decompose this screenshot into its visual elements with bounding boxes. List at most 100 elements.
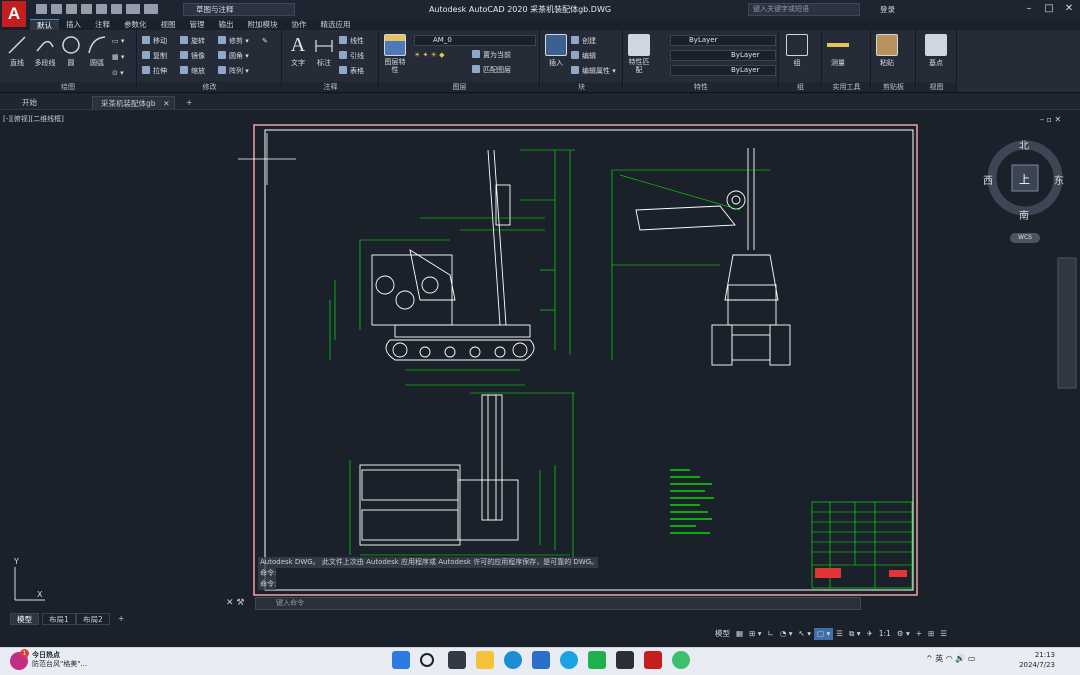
clock[interactable]: 21:13 2024/7/23 — [1015, 650, 1055, 670]
table-button[interactable]: 表格 — [339, 66, 364, 77]
layers-panel-title[interactable]: 图层 — [380, 82, 539, 92]
line-button[interactable]: 直线 — [4, 34, 30, 68]
stretch-button[interactable]: 拉伸 — [142, 66, 167, 77]
add-icon[interactable]: + — [913, 628, 925, 640]
units-icon[interactable]: ⊞ — [925, 628, 937, 640]
annotation-panel-title[interactable]: 注释 — [283, 82, 378, 92]
scale-button[interactable]: 缩放 — [180, 66, 205, 77]
open-icon[interactable] — [51, 4, 62, 14]
search-icon[interactable] — [420, 653, 434, 667]
base-button[interactable]: 基点 — [923, 34, 949, 68]
capcut-icon[interactable] — [616, 651, 634, 669]
tab-parametric[interactable]: 参数化 — [117, 19, 154, 30]
isodraft-icon[interactable]: ↖ ▾ — [796, 628, 814, 640]
layout1-tab[interactable]: 布局1 — [42, 613, 76, 625]
app-icon[interactable] — [672, 651, 690, 669]
compass-south[interactable]: 南 — [1019, 207, 1029, 222]
edge-icon[interactable] — [504, 651, 522, 669]
undo-icon[interactable] — [126, 4, 140, 14]
compass-north[interactable]: 北 — [1019, 137, 1029, 152]
dimension-button[interactable]: 标注 — [311, 34, 337, 68]
linetype-select[interactable]: ByLayer — [670, 50, 776, 61]
layout2-tab[interactable]: 布局2 — [76, 613, 110, 625]
groups-panel-title[interactable]: 组 — [780, 82, 821, 92]
layer-select[interactable]: AM_0 — [414, 35, 536, 46]
tab-close-icon[interactable]: ✕ — [163, 97, 169, 110]
redo-icon[interactable] — [144, 4, 158, 14]
lineweight-select[interactable]: ByLayer — [670, 65, 776, 76]
color-select[interactable]: ByLayer — [670, 35, 776, 46]
news-widget[interactable]: 今日热点 防范台风"格美"... — [32, 651, 87, 669]
search-input[interactable]: 键入关键字或短语 — [748, 3, 860, 16]
array-button[interactable]: 阵列 ▾ — [218, 66, 249, 77]
new-tab-button[interactable]: + — [178, 96, 200, 109]
create-block-button[interactable]: 创建 — [571, 36, 596, 47]
annotation-scale-value[interactable]: 1:1 — [876, 628, 894, 640]
add-layout-button[interactable]: + — [112, 613, 130, 625]
trim-button[interactable]: 修剪 ▾ — [218, 36, 249, 47]
command-close-icon[interactable]: ✕ ⚒ — [226, 598, 244, 608]
system-tray[interactable]: ^ 英 ◠ 🔊 ▭ — [926, 653, 975, 664]
store-icon[interactable] — [532, 651, 550, 669]
make-current-button[interactable]: 置为当前 — [472, 50, 511, 61]
layer-tools-icon[interactable]: ☀ ✦ ☀ ◆ — [414, 50, 444, 61]
fillet-button[interactable]: 圆角 ▾ — [218, 51, 249, 62]
viewcube-top-face[interactable]: 上 — [1019, 171, 1030, 187]
viewcube[interactable]: 北 南 东 西 上 — [983, 137, 1064, 225]
lineweight-icon[interactable]: ☰ — [833, 628, 846, 640]
cloud-icon[interactable] — [96, 4, 107, 14]
workspace-select[interactable]: 草图与注释 — [183, 3, 295, 16]
clipboard-panel-title[interactable]: 剪贴板 — [872, 82, 915, 92]
start-tab[interactable]: 开始 — [14, 96, 45, 109]
login-button[interactable]: 登录 — [880, 4, 895, 15]
close-icon[interactable]: ✕ — [1062, 3, 1076, 14]
ellipse-icon[interactable]: ⊙ ▾ — [112, 68, 124, 79]
move-button[interactable]: 移动 — [142, 36, 167, 47]
tab-default[interactable]: 默认 — [30, 19, 59, 30]
drawing-tab[interactable]: 采茶机装配体gb ✕ — [92, 96, 175, 109]
new-icon[interactable] — [36, 4, 47, 14]
command-input[interactable]: 键入命令 — [255, 597, 861, 610]
paste-button[interactable]: 粘贴 — [874, 34, 900, 68]
browser-icon[interactable] — [560, 651, 578, 669]
rectangle-icon[interactable]: ▭ ▾ — [112, 36, 124, 47]
tab-output[interactable]: 输出 — [212, 19, 241, 30]
pencil-icon[interactable]: ✎ — [262, 36, 268, 47]
modify-panel-title[interactable]: 修改 — [138, 82, 281, 92]
linear-button[interactable]: 线性 — [339, 36, 364, 47]
isolate-icon[interactable]: ☰ — [937, 628, 950, 640]
compass-west[interactable]: 西 — [983, 172, 993, 187]
copy-button[interactable]: 复制 — [142, 51, 167, 62]
measure-button[interactable]: 测量 — [825, 34, 851, 68]
save-icon[interactable] — [66, 4, 77, 14]
match-layer-button[interactable]: 匹配图层 — [472, 65, 511, 76]
task-view-icon[interactable] — [448, 651, 466, 669]
plot-icon[interactable] — [111, 4, 122, 14]
viewport-label[interactable]: [-][俯视][二维线框] — [3, 114, 64, 124]
wechat-icon[interactable] — [588, 651, 606, 669]
polyline-button[interactable]: 多段线 — [32, 34, 58, 68]
polar-icon[interactable]: ◔ ▾ — [777, 628, 796, 640]
layer-properties-button[interactable]: 图层特性 — [382, 34, 408, 74]
snap-icon[interactable]: ⊞ ▾ — [746, 628, 764, 640]
edit-attributes-button[interactable]: 编辑属性 ▾ — [571, 66, 616, 77]
tab-featured[interactable]: 精选应用 — [314, 19, 358, 30]
compass-east[interactable]: 东 — [1054, 172, 1064, 187]
autocad-taskbar-icon[interactable] — [644, 651, 662, 669]
hatch-icon[interactable]: ▦ ▾ — [112, 52, 124, 63]
model-space-button[interactable]: 模型 — [712, 628, 733, 640]
osnap-icon[interactable]: ▢ ▾ — [813, 628, 834, 640]
tab-insert[interactable]: 插入 — [59, 19, 88, 30]
leader-button[interactable]: 引线 — [339, 51, 364, 62]
grid-icon[interactable]: ▦ — [733, 628, 746, 640]
selection-cycle-icon[interactable]: ⧉ ▾ — [846, 628, 864, 640]
tab-manage[interactable]: 管理 — [183, 19, 212, 30]
tab-addins[interactable]: 附加模块 — [241, 19, 285, 30]
block-panel-title[interactable]: 块 — [541, 82, 622, 92]
annotation-scale-icon[interactable]: ✈ — [863, 628, 875, 640]
arc-button[interactable]: 圆弧 — [84, 34, 110, 68]
settings-icon[interactable]: ⚙ ▾ — [894, 628, 913, 640]
drawing-canvas[interactable]: Y X – ▫ ✕ — [0, 112, 1080, 612]
tab-annotate[interactable]: 注释 — [88, 19, 117, 30]
wcs-menu[interactable]: WCS — [1010, 233, 1040, 243]
